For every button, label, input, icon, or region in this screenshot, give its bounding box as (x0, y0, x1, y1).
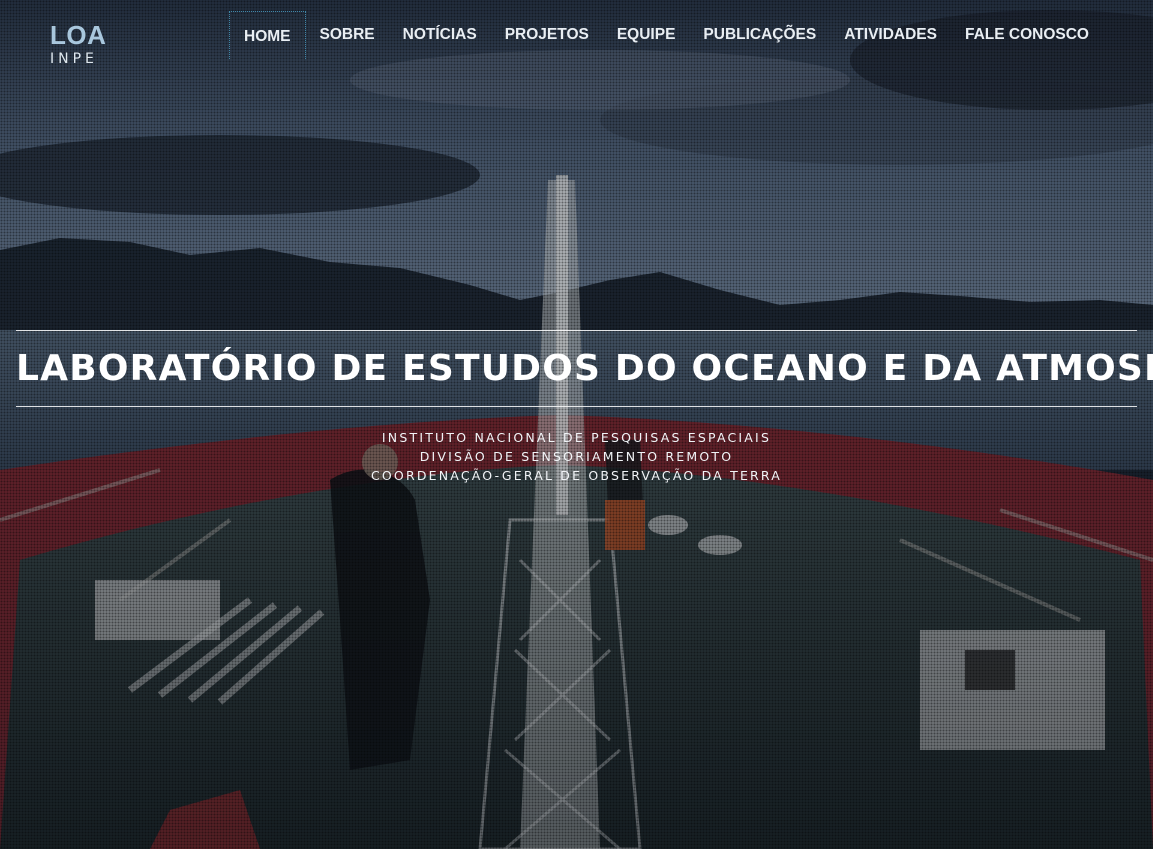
site-logo[interactable]: LOA INPE (50, 22, 106, 66)
nav-item-fale-conosco[interactable]: FALE CONOSCO (951, 11, 1103, 59)
main-navigation: HOME SOBRE NOTÍCIAS PROJETOS EQUIPE PUBL… (229, 11, 1103, 59)
nav-item-home[interactable]: HOME (229, 11, 306, 59)
nav-item-atividades[interactable]: ATIVIDADES (830, 11, 951, 59)
nav-item-sobre[interactable]: SOBRE (306, 11, 389, 59)
subtitle-institute: INSTITUTO NACIONAL DE PESQUISAS ESPACIAI… (381, 430, 772, 445)
title-bottom-divider (16, 406, 1137, 407)
nav-item-equipe[interactable]: EQUIPE (603, 11, 690, 59)
nav-item-projetos[interactable]: PROJETOS (491, 11, 603, 59)
nav-item-publicacoes[interactable]: PUBLICAÇÕES (689, 11, 830, 59)
subtitle-division: DIVISÃO DE SENSORIAMENTO REMOTO (419, 449, 734, 464)
subtitle-coordination: COORDENAÇÃO-GERAL DE OBSERVAÇÃO DA TERRA (370, 468, 783, 483)
hero-subtitles: INSTITUTO NACIONAL DE PESQUISAS ESPACIAI… (0, 428, 1153, 485)
hero-section: LOA INPE HOME SOBRE NOTÍCIAS PROJETOS EQ… (0, 0, 1153, 849)
hero-background-image (0, 0, 1153, 849)
logo-main-text: LOA (50, 20, 107, 50)
logo-sub-text: INPE (50, 51, 98, 67)
hero-title: LABORATÓRIO DE ESTUDOS DO OCEANO E DA AT… (16, 348, 1153, 389)
hero-title-block: LABORATÓRIO DE ESTUDOS DO OCEANO E DA AT… (16, 330, 1153, 407)
nav-item-noticias[interactable]: NOTÍCIAS (389, 11, 491, 59)
